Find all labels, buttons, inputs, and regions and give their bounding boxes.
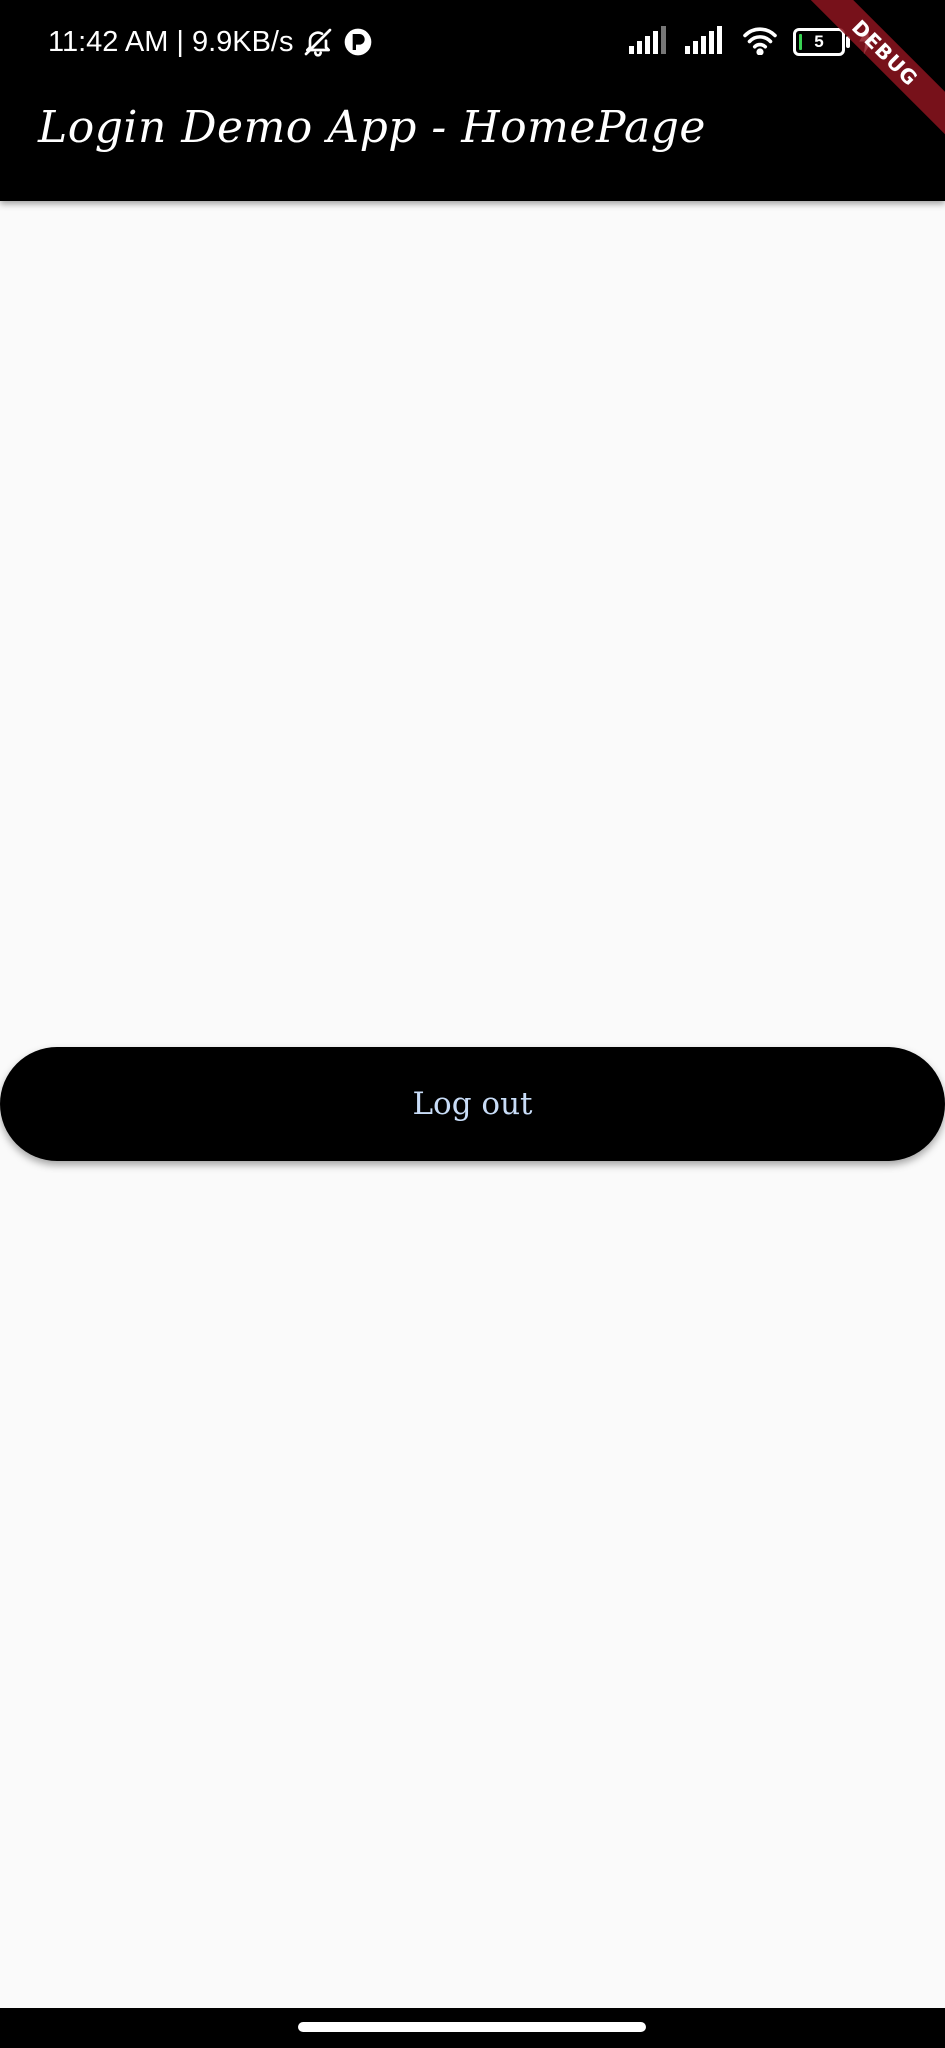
status-left: 11:42 AM | 9.9KB/s: [48, 20, 374, 64]
status-right: 5: [629, 22, 875, 62]
battery-icon: 5: [793, 28, 850, 56]
charging-icon: [859, 26, 875, 58]
home-indicator[interactable]: [298, 2022, 646, 2032]
signal-icon: [685, 26, 727, 58]
status-time: 11:42 AM: [48, 25, 169, 58]
app-notification-icon: [342, 26, 374, 58]
wifi-icon: [741, 25, 779, 59]
status-bar: 11:42 AM | 9.9KB/s 5: [0, 0, 945, 84]
signal-icon: [629, 26, 671, 58]
navigation-bar: [0, 2008, 945, 2048]
battery-level: 5: [814, 32, 824, 51]
status-separator: |: [176, 25, 184, 58]
page-title: Login Demo App - HomePage: [38, 102, 706, 153]
logout-button-label: Log out: [412, 1086, 533, 1122]
network-speed: 9.9KB/s: [191, 25, 294, 58]
app-bar: Login Demo App - HomePage: [0, 84, 945, 201]
logout-button[interactable]: Log out: [0, 1047, 945, 1161]
bell-off-icon: [302, 26, 334, 58]
